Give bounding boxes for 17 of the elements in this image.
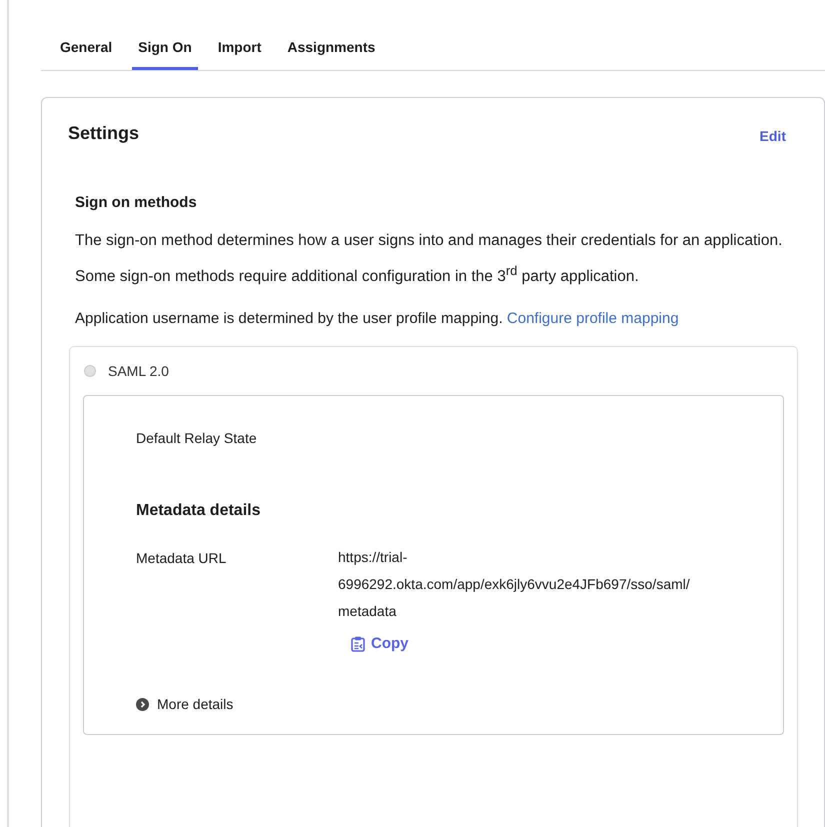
tab[interactable]: Assignments — [287, 30, 376, 70]
tab[interactable]: Sign On — [132, 30, 198, 70]
section-title: Metadata details — [136, 502, 262, 520]
chevron-icon — [136, 698, 149, 711]
username-note: Application username is determined by the user profile mapping. — [75, 310, 503, 328]
card-title: Settings — [68, 122, 140, 144]
clipboard-icon — [351, 636, 365, 652]
metadata-url: https://trial- 6996292.okta.com/app/exk6jly6vvu2e4JFb697/sso/saml/ metadata — [338, 548, 690, 622]
tab[interactable]: Import — [218, 30, 262, 70]
description-text: The sign-on method determines how a user signs into and manages their credentials for an application. Some sign-on methods require additional configuration in the 3$^{rd}$ party application. — [75, 231, 784, 288]
profile-mapping-link[interactable]: Configure profile mapping — [506, 310, 679, 328]
tab[interactable]: General — [60, 30, 112, 70]
radio-label: SAML 2.0 — [108, 363, 169, 380]
edit-link[interactable]: Edit — [760, 128, 786, 144]
section-title: Sign on methods — [75, 194, 198, 211]
field-label: Default Relay State — [136, 430, 258, 446]
field-label: Metadata URL — [136, 550, 228, 568]
